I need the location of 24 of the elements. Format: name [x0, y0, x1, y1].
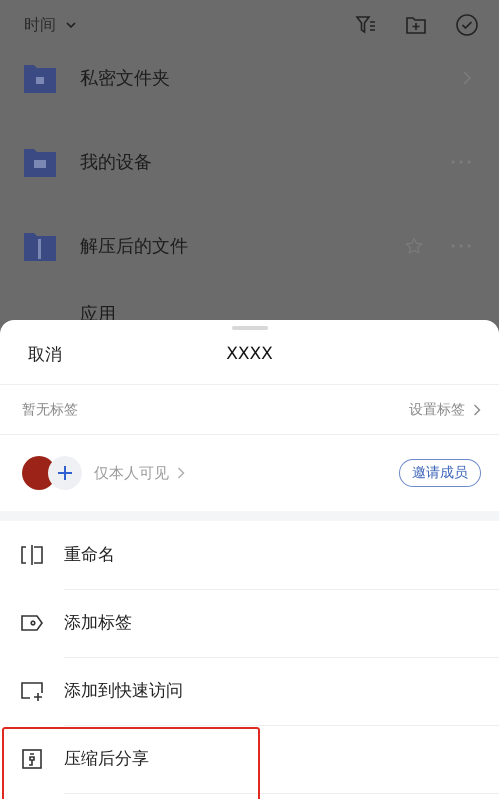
folder-name[interactable]: 私密文件夹	[80, 66, 455, 90]
drag-handle[interactable]	[232, 326, 268, 330]
select-icon[interactable]	[455, 13, 479, 37]
action-icon	[20, 747, 44, 771]
folder-icon	[24, 147, 56, 177]
sheet-title: XXXX	[226, 344, 273, 364]
chevron-down-icon	[64, 20, 78, 30]
add-member-icon[interactable]	[48, 456, 82, 490]
new-folder-icon[interactable]	[405, 14, 427, 36]
filter-icon[interactable]	[355, 14, 377, 36]
set-tags-link[interactable]: 设置标签	[409, 400, 481, 418]
folder-name[interactable]: 我的设备	[80, 150, 443, 174]
folder-icon	[24, 231, 56, 261]
sort-dropdown[interactable]: 时间	[24, 14, 78, 36]
cancel-button[interactable]: 取消	[28, 342, 62, 366]
visibility-link[interactable]: 仅本人可见	[94, 464, 185, 482]
folder-name[interactable]: 解压后的文件	[80, 234, 397, 258]
chevron-icon	[473, 404, 481, 416]
chevron-icon	[177, 467, 185, 479]
action-icon	[20, 543, 44, 567]
no-tags-text: 暂无标签	[22, 400, 78, 418]
folder-icon	[24, 63, 56, 93]
action-icon	[20, 679, 44, 703]
invite-button[interactable]: 邀请成员	[399, 459, 481, 487]
